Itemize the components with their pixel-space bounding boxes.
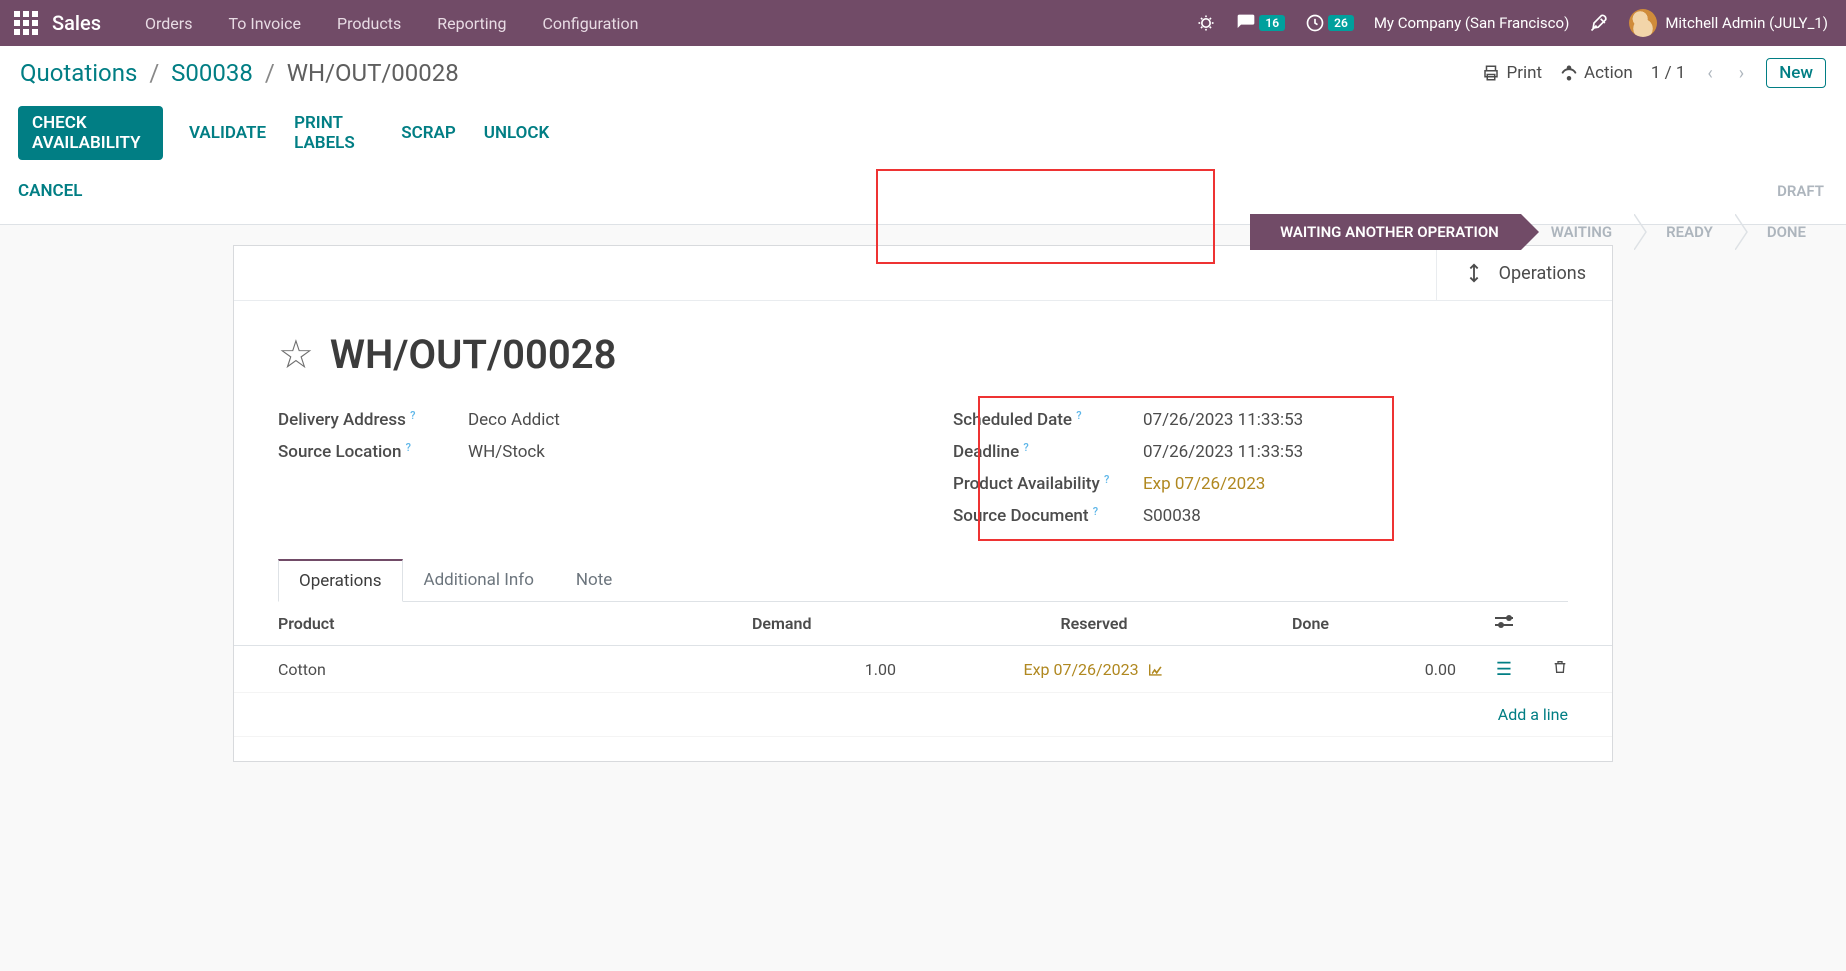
value-source-location[interactable]: WH/Stock (468, 442, 545, 462)
new-button[interactable]: New (1766, 58, 1826, 88)
menu-configuration[interactable]: Configuration (524, 14, 656, 33)
user-name: Mitchell Admin (JULY_1) (1665, 14, 1828, 32)
activity-badge: 26 (1328, 15, 1354, 31)
forecast-chart-icon[interactable] (1147, 663, 1165, 677)
print-labels-button[interactable]: PRINT LABELS (280, 106, 387, 160)
th-demand[interactable]: Demand (734, 602, 914, 646)
breadcrumb-parent[interactable]: S00038 (171, 59, 253, 87)
status-ready[interactable]: READY (1648, 214, 1735, 250)
cell-product[interactable]: Cotton (234, 646, 734, 693)
top-nav: Sales Orders To Invoice Products Reporti… (0, 0, 1846, 46)
statusbar: WAITING ANOTHER OPERATION WAITING READY … (1250, 214, 1828, 250)
value-deadline: 07/26/2023 11:33:53 (1143, 442, 1303, 462)
action-button[interactable]: Action (1560, 63, 1633, 83)
table-row[interactable]: Cotton 1.00 Exp 07/26/2023 0.00 ☰ (234, 646, 1612, 693)
help-icon[interactable]: ? (410, 409, 415, 422)
th-reserved[interactable]: Reserved (914, 602, 1274, 646)
label-source-location: Source Location (278, 442, 401, 462)
cancel-button[interactable]: CANCEL (18, 174, 96, 208)
operations-stat-button[interactable]: Operations (1436, 246, 1612, 300)
cell-demand[interactable]: 1.00 (734, 646, 914, 693)
activity-icon[interactable]: 26 (1305, 13, 1354, 33)
breadcrumb-root[interactable]: Quotations (20, 59, 137, 87)
validate-button[interactable]: VALIDATE (175, 116, 280, 150)
status-waiting-another[interactable]: WAITING ANOTHER OPERATION (1250, 214, 1521, 250)
app-brand[interactable]: Sales (52, 11, 101, 35)
label-deadline: Deadline (953, 442, 1019, 462)
unlock-button[interactable]: UNLOCK (470, 116, 563, 150)
label-scheduled-date: Scheduled Date (953, 410, 1072, 430)
th-product[interactable]: Product (234, 602, 734, 646)
status-container: DRAFT WAITING ANOTHER OPERATION WAITING … (1250, 174, 1846, 250)
menu-orders[interactable]: Orders (127, 14, 210, 33)
help-icon[interactable]: ? (1023, 441, 1028, 454)
user-menu[interactable]: Mitchell Admin (JULY_1) (1629, 9, 1828, 37)
value-delivery-address[interactable]: Deco Addict (468, 410, 560, 430)
scrap-button[interactable]: SCRAP (387, 116, 470, 150)
add-line-button[interactable]: Add a line (234, 693, 1612, 737)
label-delivery-address: Delivery Address (278, 410, 406, 430)
cell-done[interactable]: 0.00 (1274, 646, 1474, 693)
debug-icon[interactable] (1196, 13, 1216, 33)
pager-text[interactable]: 1 / 1 (1651, 63, 1686, 83)
avatar (1629, 9, 1657, 37)
print-button[interactable]: Print (1482, 63, 1542, 83)
form-sheet: Operations ☆ WH/OUT/00028 Delivery Addre… (233, 245, 1613, 762)
delete-row-icon[interactable] (1552, 661, 1568, 680)
value-scheduled-date[interactable]: 07/26/2023 11:33:53 (1143, 410, 1303, 430)
help-icon[interactable]: ? (1104, 473, 1109, 486)
label-product-availability: Product Availability (953, 474, 1100, 494)
sliders-icon[interactable] (1495, 615, 1513, 629)
transfer-icon (1463, 262, 1485, 284)
control-panel: Quotations / S00038 / WH/OUT/00028 Print… (0, 46, 1846, 225)
tab-operations[interactable]: Operations (278, 559, 403, 602)
favorite-star-icon[interactable]: ☆ (278, 331, 314, 378)
value-product-availability: Exp 07/26/2023 (1143, 474, 1265, 494)
messaging-badge: 16 (1259, 15, 1285, 31)
menu-reporting[interactable]: Reporting (419, 14, 524, 33)
company-switcher[interactable]: My Company (San Francisco) (1374, 14, 1569, 32)
pager-prev-icon[interactable]: ‹ (1707, 63, 1712, 84)
operations-table: Product Demand Reserved Done Cotton 1.00… (234, 602, 1612, 737)
breadcrumb: Quotations / S00038 / WH/OUT/00028 (20, 59, 459, 87)
label-source-document: Source Document (953, 506, 1089, 526)
draft-label: DRAFT (1777, 182, 1824, 200)
status-done[interactable]: DONE (1749, 214, 1828, 250)
tab-note[interactable]: Note (555, 559, 633, 602)
help-icon[interactable]: ? (406, 441, 411, 454)
chevron-sep-icon (1634, 214, 1648, 250)
th-done[interactable]: Done (1274, 602, 1474, 646)
help-icon[interactable]: ? (1076, 409, 1081, 422)
page-title: WH/OUT/00028 (330, 331, 617, 378)
pager-next-icon[interactable]: › (1739, 63, 1744, 84)
tools-icon[interactable] (1589, 13, 1609, 33)
check-availability-button[interactable]: CHECK AVAILABILITY (18, 106, 163, 160)
chevron-sep-icon (1735, 214, 1749, 250)
menu-to-invoice[interactable]: To Invoice (210, 14, 319, 33)
menu-products[interactable]: Products (319, 14, 419, 33)
help-icon[interactable]: ? (1093, 505, 1098, 518)
apps-icon[interactable] (14, 11, 38, 35)
tab-additional-info[interactable]: Additional Info (403, 559, 555, 602)
breadcrumb-current: WH/OUT/00028 (287, 59, 459, 87)
value-source-document[interactable]: S00038 (1143, 506, 1201, 526)
messaging-icon[interactable]: 16 (1236, 13, 1285, 33)
cell-reserved: Exp 07/26/2023 (914, 646, 1274, 693)
details-list-icon[interactable]: ☰ (1496, 659, 1512, 680)
